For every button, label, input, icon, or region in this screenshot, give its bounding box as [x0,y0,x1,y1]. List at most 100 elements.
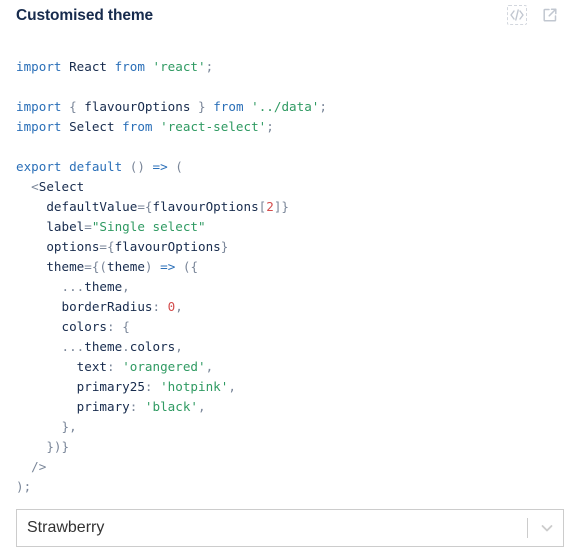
code-token: , [175,299,183,314]
code-line: ...theme.colors, [16,337,327,357]
code-token: : [152,299,161,314]
code-line: })} [16,437,327,457]
code-line: primary25: 'hotpink', [16,377,327,397]
code-token: Select [38,179,85,194]
open-sandbox-button[interactable] [540,5,560,25]
code-token: from [114,59,145,74]
code-line: }, [16,417,327,437]
code-line: defaultValue={flavourOptions[2]} [16,197,327,217]
chevron-down-icon [541,525,553,532]
view-source-button[interactable] [507,5,527,25]
code-token: , [122,279,130,294]
code-token: 'react' [152,59,206,74]
code-token: label [16,219,85,234]
code-token: ) [144,259,153,274]
example-header: Customised theme [16,5,561,26]
code-token: ={( [84,259,107,274]
code-token: , [175,339,183,354]
dropdown-indicator[interactable] [537,518,557,538]
code-token: Select [61,119,123,134]
code-token: < [31,179,39,194]
code-token: , [205,359,214,374]
code-token: { [122,319,130,334]
code-token: React [61,59,115,74]
code-token: flavourOptions [114,239,221,254]
code-line: /> [16,457,327,477]
code-token: default [69,159,123,174]
code-token: colors [16,319,107,334]
code-token: : [144,379,153,394]
code-token: , [228,379,236,394]
code-line: import { flavourOptions } from '../data'… [16,97,327,117]
code-line: colors: { [16,317,327,337]
code-line: import React from 'react'; [16,57,327,77]
code-token: import [16,59,62,74]
code-token: flavourOptions [76,99,199,114]
code-token: : [107,359,115,374]
code-token: export [16,159,62,174]
code-token: => [160,259,176,274]
code-token: ; [319,99,327,114]
select-value: Strawberry [27,519,105,536]
code-token: borderRadius [16,299,153,314]
code-token: ({ [182,259,199,274]
code-block: import React from 'react'; import { flav… [16,57,327,497]
code-token: 'react-select' [160,119,267,134]
code-line: ); [16,477,327,497]
code-token: => [152,159,168,174]
code-token: = [84,219,92,234]
code-token: defaultValue [16,199,138,214]
code-token: ={ [99,239,115,254]
code-token: 2 [266,199,274,214]
code-token: primary25 [16,379,145,394]
code-line: <Select [16,177,327,197]
code-token: import [16,119,62,134]
open-in-new-icon [543,8,557,22]
code-token: ]} [273,199,290,214]
code-token: text [16,359,107,374]
code-token: } [220,239,229,254]
code-token: /> [31,459,47,474]
code-source-icon [510,9,524,21]
code-token: : [107,319,115,334]
code-token: 'hotpink' [160,379,229,394]
code-token: from [122,119,153,134]
code-token: options [16,239,100,254]
code-line: label="Single select" [16,217,327,237]
code-token: "Single select" [91,219,206,234]
code-token: })} [46,439,70,454]
code-token: theme [16,259,85,274]
code-token: flavourOptions [152,199,259,214]
code-token: theme [84,279,123,294]
code-token: theme [84,339,123,354]
code-token: from [213,99,244,114]
code-token: , [198,399,206,414]
code-token: ); [16,479,32,494]
code-token: }, [61,419,77,434]
indicator-separator [527,518,528,538]
code-token: ={ [137,199,153,214]
code-token: '../data' [251,99,320,114]
code-token: 'orangered' [122,359,206,374]
code-token: } [198,99,206,114]
code-line: primary: 'black', [16,397,327,417]
code-line: options={flavourOptions} [16,237,327,257]
code-line: import Select from 'react-select'; [16,117,327,137]
code-line: theme={(theme) => ({ [16,257,327,277]
flavour-select[interactable]: Strawberry [16,509,564,547]
code-token: . [122,339,130,354]
code-line: ...theme, [16,277,327,297]
